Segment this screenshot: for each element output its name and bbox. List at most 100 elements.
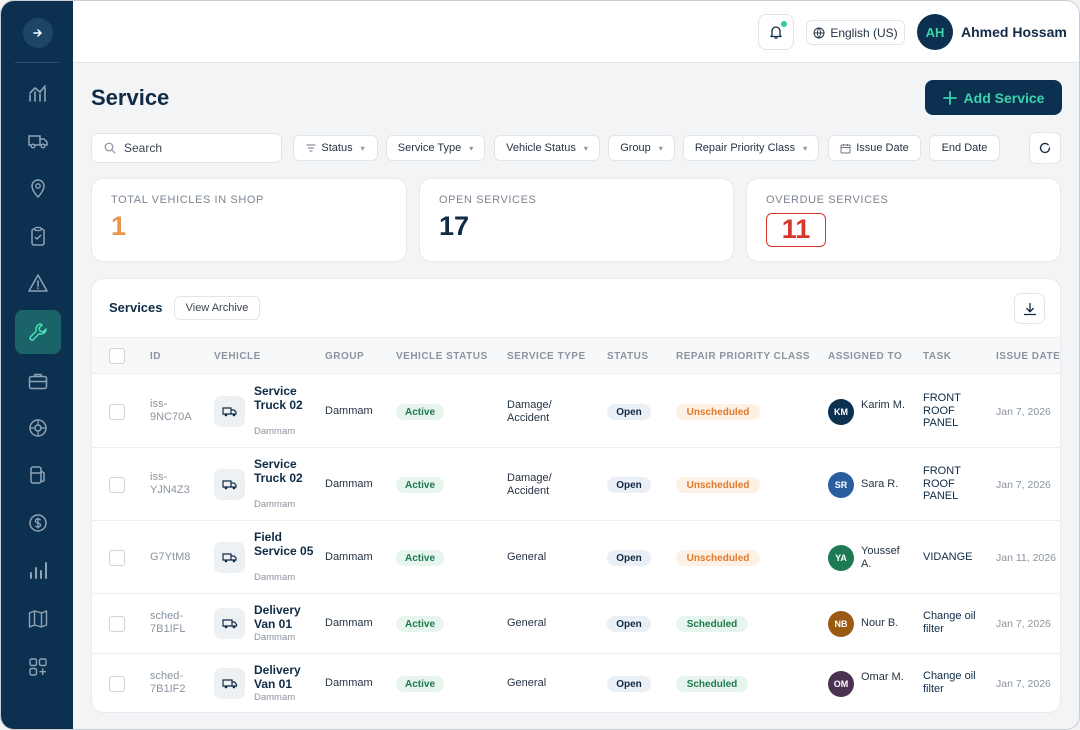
vehicle-name-link[interactable]: Field Service 05 xyxy=(254,530,314,558)
priority-badge: Unscheduled xyxy=(676,550,760,566)
row-id[interactable]: sched-7B1IF2 xyxy=(150,670,200,696)
sidebar-item-map[interactable] xyxy=(15,597,61,641)
table-row[interactable]: sched-7B1IF2 Delivery Van 01 Dammam Damm… xyxy=(92,654,1060,712)
vehicle-icon xyxy=(214,608,245,639)
status-filter[interactable]: Status ▾ xyxy=(293,135,378,161)
row-id[interactable]: G7YtM8 xyxy=(150,551,200,564)
chevron-down-icon: ▾ xyxy=(803,143,808,153)
vehicle-group: Dammam xyxy=(254,499,296,510)
table-row[interactable]: iss-9NC70A Service Truck 02 Dammam Damma… xyxy=(92,375,1060,448)
column-header-assigned-to[interactable]: ASSIGNED TO xyxy=(828,351,902,362)
vehicle-status-filter[interactable]: Vehicle Status ▾ xyxy=(494,135,600,161)
refresh-icon xyxy=(1039,142,1051,154)
issue-date-filter[interactable]: Issue Date xyxy=(828,135,921,161)
sidebar-item-expenses[interactable] xyxy=(15,501,61,545)
sidebar-item-issues[interactable] xyxy=(15,261,61,305)
end-date-filter[interactable]: End Date xyxy=(929,135,1000,161)
sidebar-item-inspections[interactable] xyxy=(15,214,61,258)
column-header-service-type[interactable]: SERVICE TYPE xyxy=(507,351,586,362)
vehicle-name-link[interactable]: Service Truck 02 xyxy=(254,384,314,412)
column-header-id[interactable]: ID xyxy=(150,351,161,362)
row-checkbox[interactable] xyxy=(109,616,125,632)
service-type: General xyxy=(507,677,547,689)
assignee-name: Karim M. xyxy=(861,399,905,411)
sidebar-item-tires[interactable] xyxy=(15,406,61,450)
vehicle-status-badge: Active xyxy=(396,477,444,493)
vehicle-name-link[interactable]: Delivery Van 01 xyxy=(254,663,324,691)
globe-icon xyxy=(813,27,825,38)
column-header-vehicle[interactable]: VEHICLE xyxy=(214,351,261,362)
sidebar-item-dashboard[interactable] xyxy=(15,71,61,115)
status-filter-label: Status xyxy=(321,142,353,154)
services-table-card: Services View Archive ID VEHICLE GROUP V… xyxy=(91,278,1061,713)
vehicle-group: Dammam xyxy=(254,426,296,437)
table-row[interactable]: sched-7B1IFL Delivery Van 01 Dammam Damm… xyxy=(92,594,1060,654)
column-header-issue-date[interactable]: ISSUE DATE xyxy=(996,351,1060,362)
vehicle-icon xyxy=(214,668,245,699)
sidebar-toggle-button[interactable] xyxy=(23,18,53,48)
vehicle-group: Dammam xyxy=(254,692,296,703)
vehicle-status-badge: Active xyxy=(396,616,444,632)
user-avatar[interactable]: AH xyxy=(917,14,953,50)
vehicle-group: Dammam xyxy=(254,632,296,643)
assignee-avatar: NB xyxy=(828,611,854,637)
truck-icon xyxy=(221,406,237,416)
overdue-services-value: 11 xyxy=(766,213,826,247)
sidebar-item-reports[interactable] xyxy=(15,548,61,592)
row-checkbox[interactable] xyxy=(109,676,125,692)
sidebar-item-work-orders[interactable] xyxy=(15,359,61,403)
sidebar-item-fuel[interactable] xyxy=(15,453,61,497)
row-id[interactable]: sched-7B1IFL xyxy=(150,610,200,636)
column-header-vehicle-status[interactable]: VEHICLE STATUS xyxy=(396,351,488,362)
row-checkbox[interactable] xyxy=(109,477,125,493)
sidebar-item-vehicles[interactable] xyxy=(15,119,61,163)
issue-date: Jan 7, 2026 xyxy=(996,479,1051,491)
issue-date: Jan 7, 2026 xyxy=(996,406,1051,418)
sidebar-item-apps[interactable] xyxy=(15,645,61,689)
column-header-group[interactable]: GROUP xyxy=(325,351,364,362)
user-name[interactable]: Ahmed Hossam xyxy=(961,24,1067,40)
row-group: Dammam xyxy=(325,617,373,629)
notifications-button[interactable] xyxy=(758,14,794,50)
search-input[interactable]: Search xyxy=(91,133,282,163)
truck-icon xyxy=(221,552,237,562)
vehicle-name-link[interactable]: Service Truck 02 xyxy=(254,457,314,485)
notification-dot xyxy=(781,21,787,27)
sidebar-item-service[interactable] xyxy=(15,310,61,354)
overdue-services-card: OVERDUE SERVICES 11 xyxy=(746,178,1061,262)
service-type: General xyxy=(507,617,547,629)
download-button[interactable] xyxy=(1014,293,1045,324)
row-group: Dammam xyxy=(325,677,373,689)
priority-badge: Scheduled xyxy=(676,616,748,632)
total-vehicles-value: 1 xyxy=(111,211,127,241)
column-header-repair-priority[interactable]: REPAIR PRIORITY CLASS xyxy=(676,351,810,362)
table-row[interactable]: iss-YJN4Z3 Service Truck 02 Dammam Damma… xyxy=(92,448,1060,521)
row-id[interactable]: iss-9NC70A xyxy=(150,398,200,424)
tire-icon xyxy=(29,419,47,437)
sidebar-item-locations[interactable] xyxy=(15,166,61,210)
group-filter[interactable]: Group ▾ xyxy=(608,135,675,161)
column-header-status[interactable]: STATUS xyxy=(607,351,649,362)
van-icon xyxy=(221,618,237,628)
repair-priority-filter-label: Repair Priority Class xyxy=(694,142,796,154)
vehicle-name-link[interactable]: Delivery Van 01 xyxy=(254,603,324,631)
table-row[interactable]: G7YtM8 Field Service 05 Dammam Dammam Ac… xyxy=(92,521,1060,594)
refresh-button[interactable] xyxy=(1029,132,1061,164)
sidebar-divider xyxy=(15,62,59,63)
language-selector[interactable]: English (US) xyxy=(806,20,905,45)
page-title: Service xyxy=(91,85,170,110)
column-header-task[interactable]: TASK xyxy=(923,351,951,362)
repair-priority-filter[interactable]: Repair Priority Class ▾ xyxy=(683,135,819,161)
chevron-down-icon: ▾ xyxy=(583,143,588,153)
service-type-filter[interactable]: Service Type ▾ xyxy=(386,135,485,161)
row-id[interactable]: iss-YJN4Z3 xyxy=(150,471,200,497)
warning-icon xyxy=(28,274,48,292)
view-archive-button[interactable]: View Archive xyxy=(174,296,260,320)
row-checkbox[interactable] xyxy=(109,404,125,420)
select-all-checkbox[interactable] xyxy=(109,348,125,364)
row-group: Dammam xyxy=(325,405,373,417)
row-checkbox[interactable] xyxy=(109,550,125,566)
add-service-button[interactable]: Add Service xyxy=(925,80,1062,115)
bar-chart-icon xyxy=(30,562,47,579)
task: Change oil filter xyxy=(923,670,976,695)
